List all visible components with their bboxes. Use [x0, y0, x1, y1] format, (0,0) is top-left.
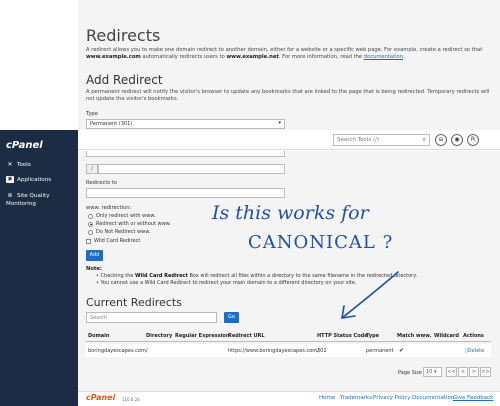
footer-cpanel-logo: cPanel	[86, 393, 116, 402]
column-regular-expression[interactable]: Regular Expression	[175, 333, 229, 339]
redirects-to-label: Redirects to	[86, 180, 117, 186]
avatar[interactable]: R	[467, 134, 479, 146]
chevron-down-icon: ▾	[278, 120, 281, 126]
search-icon: ⌕	[422, 136, 426, 143]
checkbox-box[interactable]	[86, 238, 91, 244]
footer-link-give-feedback[interactable]: Give Feedback	[453, 395, 493, 401]
handwritten-question-line1: Is this works for	[212, 202, 369, 224]
column-wildcard[interactable]: Wildcard	[434, 333, 459, 339]
radio-with-or-without-www[interactable]: Redirect with or without www.	[88, 221, 171, 227]
redirects-intro: A redirect allows you to make one domain…	[86, 47, 483, 60]
cell-type: permanent	[366, 348, 394, 354]
cpanel-logo[interactable]: cPanel	[6, 140, 43, 151]
cell-directory: /	[146, 348, 148, 354]
go-button[interactable]: Go	[224, 312, 239, 323]
type-select[interactable]: Permanent (301) ▾	[86, 119, 285, 129]
check-icon: ✔	[399, 347, 405, 354]
path-prefix: /	[86, 164, 98, 174]
radio-only-www[interactable]: Only redirect with www.	[88, 213, 156, 219]
add-redirect-title: Add Redirect	[86, 73, 163, 87]
sidebar-item-applications[interactable]: ▣ Applications	[6, 176, 51, 183]
domain-select[interactable]	[86, 151, 285, 157]
column-http-status-code[interactable]: HTTP Status Code	[317, 333, 368, 339]
footer-link-trademarks[interactable]: Trademarks	[340, 395, 372, 401]
column-redirect-url[interactable]: Redirect URL	[228, 333, 265, 339]
column-type[interactable]: Type	[366, 333, 379, 339]
add-button[interactable]: Add	[86, 250, 103, 261]
documentation-link[interactable]: documentation	[364, 54, 403, 60]
wildcard-checkbox[interactable]: Wild Card Redirect	[86, 238, 140, 244]
redirects-search-input[interactable]: Search	[86, 312, 217, 323]
path-input[interactable]	[98, 164, 285, 174]
column-match-www[interactable]: Match www.	[397, 333, 431, 339]
current-redirects-title: Current Redirects	[86, 296, 182, 309]
version-number: 110.0.24	[122, 397, 140, 402]
user-menu-icon[interactable]: ⊖	[435, 134, 447, 146]
site-quality-icon: ⊚	[7, 192, 13, 199]
radio-do-not-redirect-www[interactable]: Do Not Redirect www.	[88, 229, 150, 235]
first-page-button[interactable]: <<	[446, 367, 457, 377]
page-title: Redirects	[86, 26, 161, 45]
previous-page-region	[78, 0, 500, 130]
search-tools-input[interactable]: Search Tools (/) ⌕	[333, 134, 430, 146]
column-domain[interactable]: Domain	[88, 333, 109, 339]
handwritten-question-line2: CANONICAL ?	[248, 232, 394, 253]
page-size-select[interactable]: 10 ▾	[423, 367, 442, 377]
www-redirection-label: www. redirection:	[86, 205, 132, 211]
notifications-icon[interactable]: ◉	[451, 134, 463, 146]
cell-redirect-url: https://www.boringdayescapes.com/	[228, 348, 319, 354]
footer-link-home[interactable]: Home	[319, 395, 335, 401]
radio-button-selected[interactable]	[88, 221, 93, 227]
redirects-to-input[interactable]	[86, 188, 285, 198]
handwritten-arrow-icon	[341, 271, 399, 319]
cell-domain: boringdayescapes.com	[88, 348, 146, 354]
sidebar-item-tools[interactable]: ✕ Tools	[6, 161, 30, 168]
note-main-domain: • You cannot use a Wild Card Redirect to…	[96, 280, 357, 286]
radio-button[interactable]	[88, 213, 93, 219]
cell-status-code: 301	[317, 348, 327, 354]
note-title: Note:	[86, 266, 102, 272]
sidebar-item-monitoring-label[interactable]: Monitoring	[6, 201, 36, 207]
type-label: Type	[86, 111, 98, 117]
cpanel-sidebar	[0, 130, 78, 406]
add-redirect-description: A permanent redirect will notify the vis…	[86, 89, 490, 102]
tools-icon: ✕	[7, 161, 13, 168]
delete-button[interactable]: ▯Delete	[465, 348, 484, 354]
page-size-label: Page Size	[398, 370, 422, 376]
radio-button[interactable]	[88, 229, 93, 235]
applications-icon: ▣	[6, 176, 14, 183]
prev-page-button[interactable]: <	[458, 367, 468, 377]
footer-link-privacy-policy[interactable]: Privacy Policy	[373, 395, 410, 401]
column-directory[interactable]: Directory	[146, 333, 172, 339]
next-page-button[interactable]: >	[469, 367, 479, 377]
sidebar-item-site-quality[interactable]: ⊚ Site Quality	[6, 192, 49, 199]
footer-link-documentation[interactable]: Documentation	[412, 395, 454, 401]
column-actions: Actions	[463, 333, 484, 339]
last-page-button[interactable]: >>	[480, 367, 491, 377]
